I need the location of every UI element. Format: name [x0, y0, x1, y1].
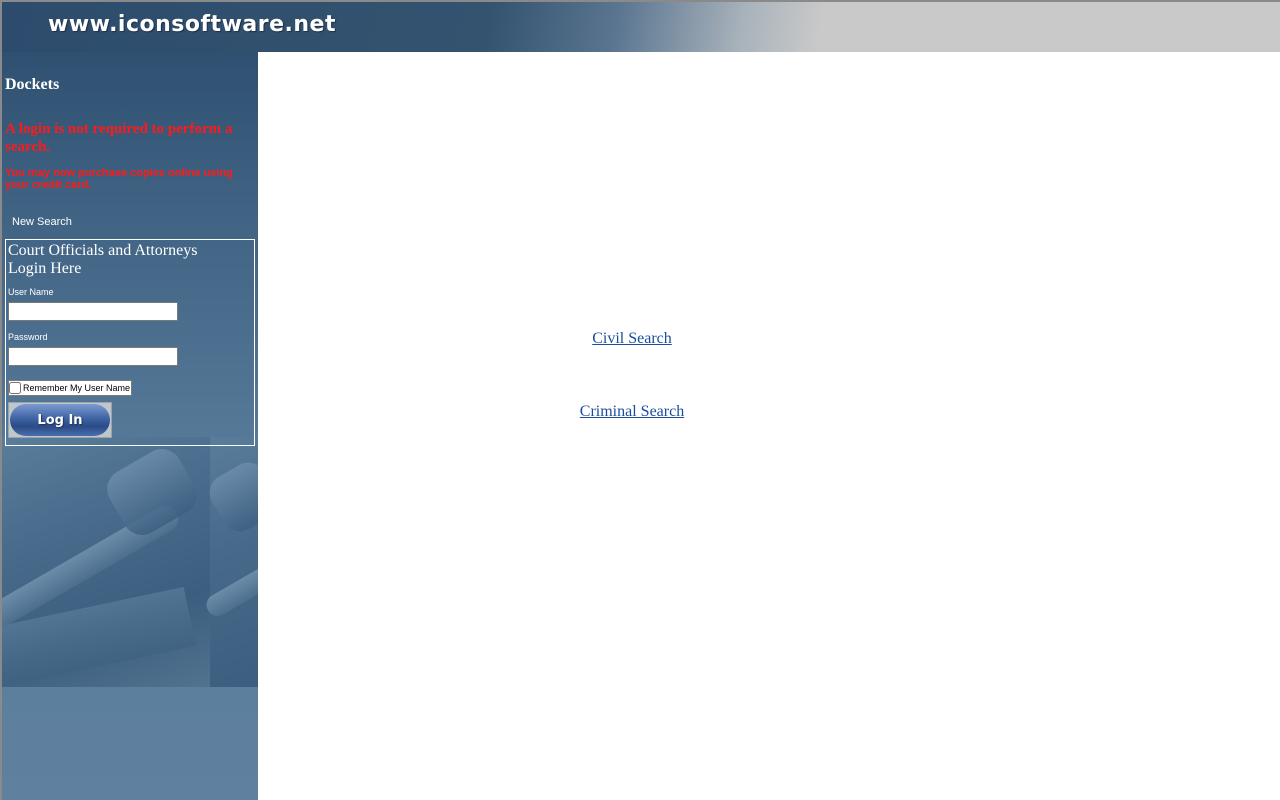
sidebar-title: Dockets [5, 76, 60, 93]
new-search-link[interactable]: New Search [12, 216, 72, 228]
login-panel: Court Officials and Attorneys Login Here… [5, 239, 255, 446]
login-button-frame: Log In [8, 402, 112, 438]
header-banner: www.iconsoftware.net [2, 2, 1280, 52]
password-label: Password [8, 332, 48, 342]
criminal-search-link[interactable]: Criminal Search [482, 403, 782, 421]
gavel-background-image [2, 437, 258, 687]
purchase-copies-notice: You may now purchase copies online using… [5, 167, 233, 191]
login-heading-line1: Court Officials and Attorneys [8, 242, 198, 259]
sidebar: Dockets A login is not required to perfo… [2, 52, 258, 800]
username-label: User Name [8, 287, 54, 297]
login-heading-line2: Login Here [8, 260, 82, 277]
civil-search-link[interactable]: Civil Search [482, 330, 782, 348]
remember-username-row: Remember My User Name [8, 380, 133, 396]
login-heading: Court Officials and Attorneys Login Here [8, 242, 197, 278]
login-button[interactable]: Log In [10, 404, 110, 436]
login-not-required-notice: A login is not required to perform a sea… [5, 121, 233, 155]
username-input[interactable] [8, 302, 178, 321]
password-input[interactable] [8, 347, 178, 366]
remember-username-label: Remember My User Name [23, 383, 131, 393]
remember-username-checkbox[interactable] [9, 382, 21, 394]
site-title: www.iconsoftware.net [48, 12, 336, 37]
